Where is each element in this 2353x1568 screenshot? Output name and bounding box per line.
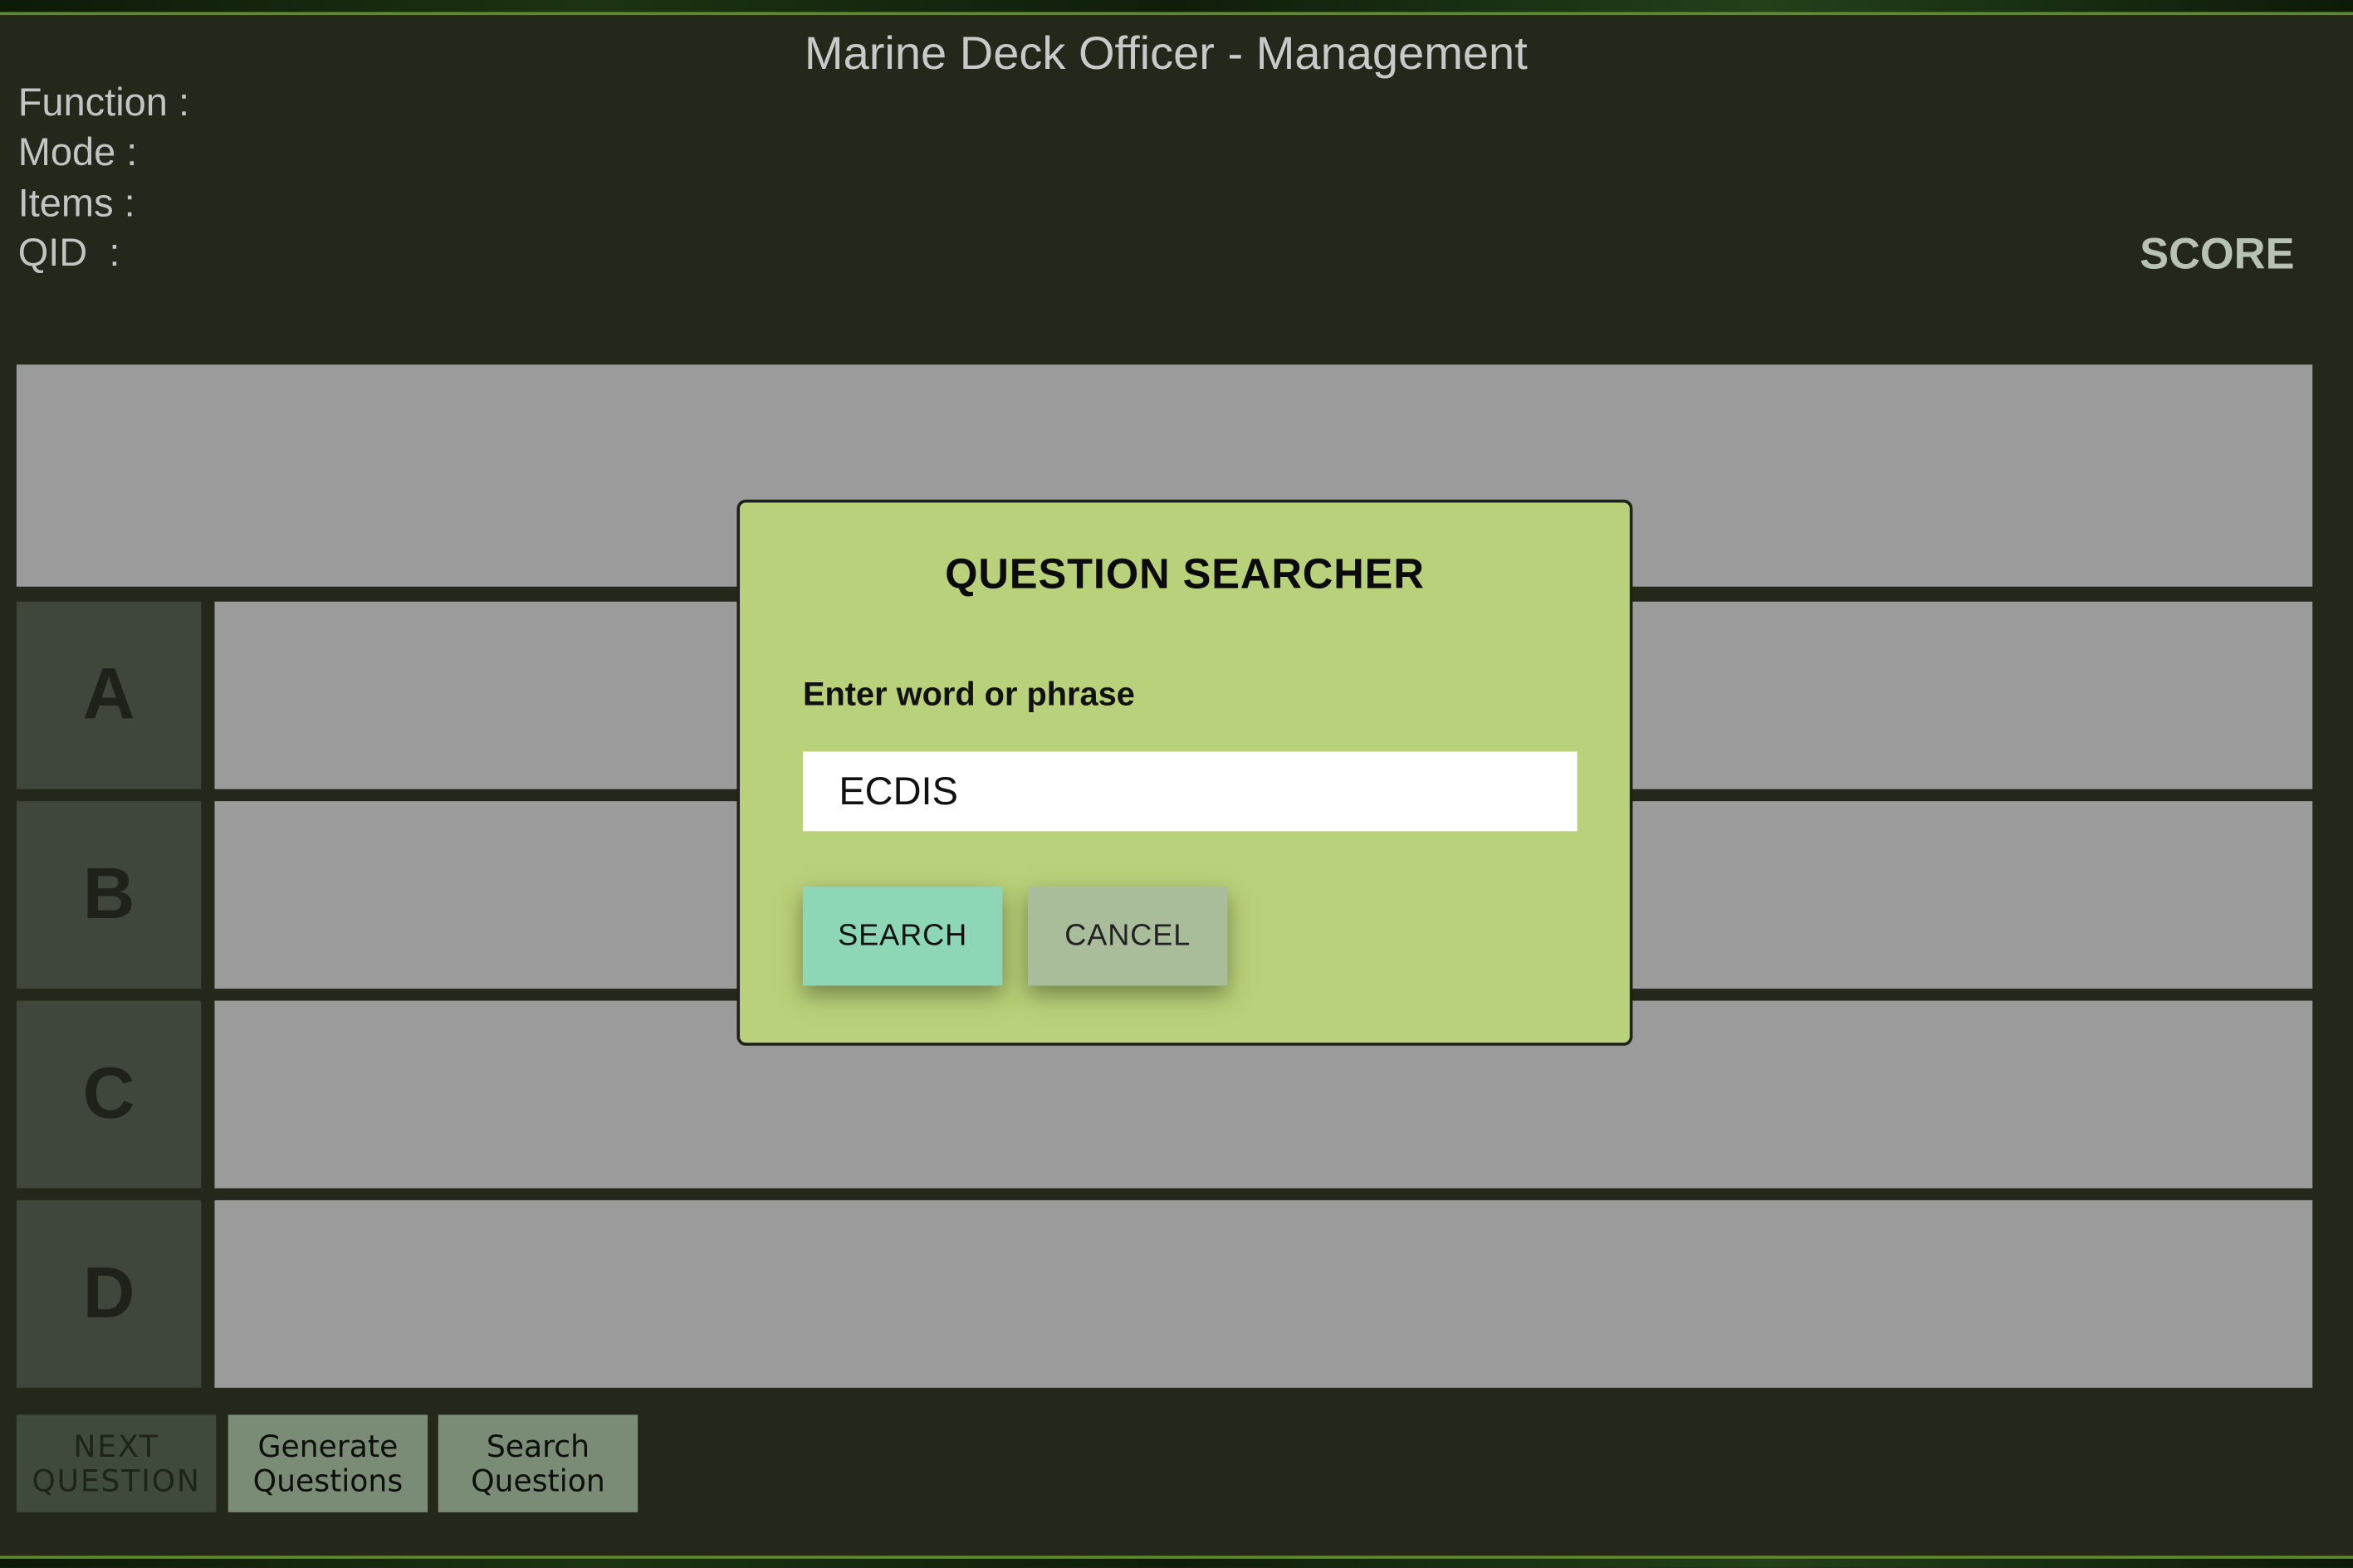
answer-letter-a[interactable]: A	[16, 601, 202, 789]
generate-label-line2: Questions	[252, 1462, 404, 1498]
app-window: Marine Deck Officer - Management Functio…	[0, 0, 2353, 1568]
generate-label-line1: Generate	[257, 1427, 399, 1464]
page-title: Marine Deck Officer - Management	[804, 27, 1528, 80]
search-button[interactable]: SEARCH	[802, 887, 1003, 986]
next-question-label: NEXT QUESTION	[32, 1429, 200, 1498]
answer-letter-b[interactable]: B	[16, 801, 202, 989]
next-label-line1: NEXT	[73, 1427, 159, 1464]
next-question-button[interactable]: NEXT QUESTION	[16, 1414, 217, 1512]
top-divider	[0, 12, 2353, 16]
qid-label: QID :	[17, 229, 120, 275]
dialog-title: QUESTION SEARCHER	[945, 550, 1425, 598]
search-question-label: Search Question	[471, 1429, 605, 1498]
bottom-decor-bar	[0, 1558, 2353, 1568]
search-label-line1: Search	[486, 1427, 590, 1464]
mode-label: Mode :	[17, 129, 138, 174]
items-label: Items :	[17, 179, 135, 226]
search-field-label: Enter word or phrase	[802, 675, 1135, 713]
cancel-button[interactable]: CANCEL	[1028, 887, 1228, 986]
answer-letter-c[interactable]: C	[16, 1000, 202, 1189]
function-label: Function :	[17, 79, 190, 125]
generate-questions-label: Generate Questions	[253, 1429, 404, 1498]
next-label-line2: QUESTION	[32, 1462, 201, 1498]
answer-letter-d[interactable]: D	[16, 1199, 202, 1388]
answer-option-d[interactable]	[214, 1199, 2313, 1388]
top-decor-bar	[0, 0, 2353, 12]
search-input[interactable]	[802, 751, 1578, 832]
question-searcher-dialog: QUESTION SEARCHER Enter word or phrase S…	[736, 499, 1633, 1046]
search-question-button[interactable]: Search Question	[438, 1414, 638, 1512]
search-label-line2: Question	[471, 1462, 605, 1498]
score-label: SCORE	[2140, 231, 2295, 280]
generate-questions-button[interactable]: Generate Questions	[227, 1414, 428, 1512]
